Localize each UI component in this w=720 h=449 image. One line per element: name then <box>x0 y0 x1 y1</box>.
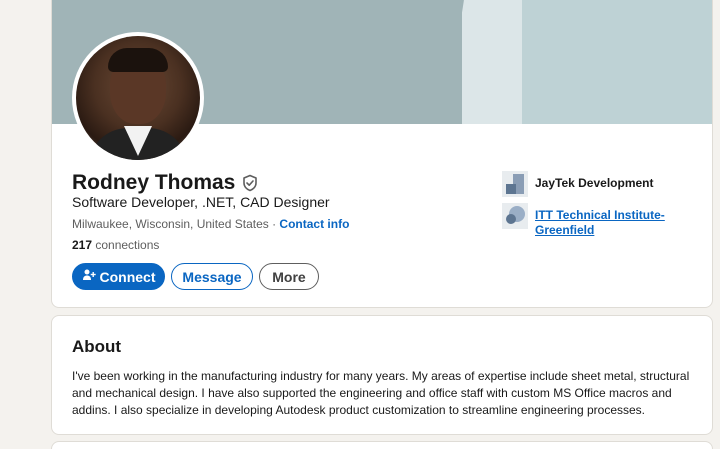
add-person-icon <box>82 268 96 285</box>
profile-headline: Software Developer, .NET, CAD Designer <box>72 194 330 210</box>
connections-count-row[interactable]: 217 connections <box>72 238 159 252</box>
more-button[interactable]: More <box>259 263 319 290</box>
next-section-card <box>51 441 713 449</box>
about-title: About <box>72 337 122 356</box>
contact-info-link[interactable]: Contact info <box>279 217 349 231</box>
name-row: Rodney Thomas <box>72 171 259 195</box>
profile-top-card: Rodney Thomas Software Developer, .NET, … <box>51 0 713 308</box>
profile-photo[interactable] <box>72 32 204 164</box>
experience-summary: JayTek Development ITT Technical Institu… <box>502 171 665 244</box>
about-section: About I've been working in the manufactu… <box>51 315 713 435</box>
message-button-label: Message <box>182 268 242 285</box>
school-logo-icon <box>502 203 528 229</box>
location-row: Milwaukee, Wisconsin, United States · Co… <box>72 217 349 231</box>
connect-button[interactable]: Connect <box>72 263 165 290</box>
about-text: I've been working in the manufacturing i… <box>72 369 690 417</box>
current-company-row[interactable]: JayTek Development <box>502 171 665 197</box>
connect-button-label: Connect <box>99 268 156 285</box>
connections-count: 217 <box>72 238 93 252</box>
profile-location: Milwaukee, Wisconsin, United States <box>72 217 269 231</box>
education-row[interactable]: ITT Technical Institute-Greenfield <box>502 203 665 238</box>
education-link[interactable]: ITT Technical Institute-Greenfield <box>535 208 665 237</box>
avatar <box>76 36 200 160</box>
connections-label: connections <box>92 238 160 252</box>
location-separator: · <box>268 217 280 231</box>
profile-actions: Connect Message More <box>72 263 319 290</box>
more-button-label: More <box>272 268 306 285</box>
message-button[interactable]: Message <box>171 263 253 290</box>
company-logo-icon <box>502 171 528 197</box>
profile-name: Rodney Thomas <box>72 171 236 194</box>
shield-check-icon[interactable] <box>241 174 259 192</box>
current-company-name: JayTek Development <box>535 176 654 190</box>
